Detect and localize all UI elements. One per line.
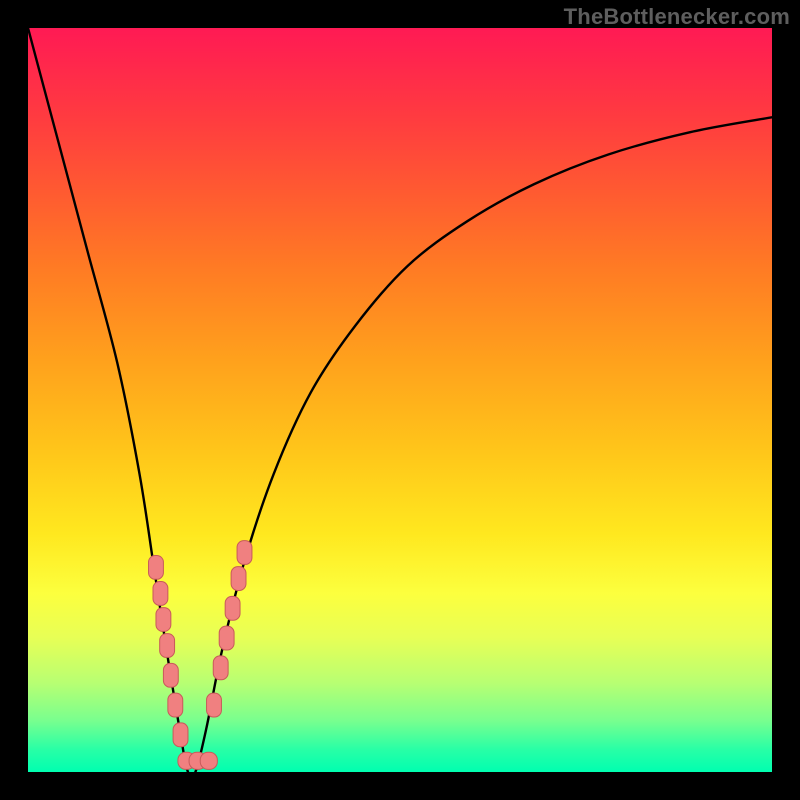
- marker-point: [173, 723, 188, 747]
- marker-point: [207, 693, 222, 717]
- curve-path: [28, 28, 772, 772]
- bottleneck-curve: [28, 28, 772, 772]
- marker-point: [168, 693, 183, 717]
- chart-frame: TheBottlenecker.com: [0, 0, 800, 800]
- plot-area: [28, 28, 772, 772]
- marker-point: [149, 555, 164, 579]
- marker-point: [200, 752, 217, 769]
- marker-point: [160, 634, 175, 658]
- marker-point: [163, 663, 178, 687]
- marker-point: [213, 656, 228, 680]
- marker-point: [156, 608, 171, 632]
- watermark-text: TheBottlenecker.com: [564, 4, 790, 30]
- marker-point: [225, 596, 240, 620]
- marker-point: [153, 582, 168, 606]
- marker-point: [219, 626, 234, 650]
- marker-point: [231, 567, 246, 591]
- marker-point: [237, 541, 252, 565]
